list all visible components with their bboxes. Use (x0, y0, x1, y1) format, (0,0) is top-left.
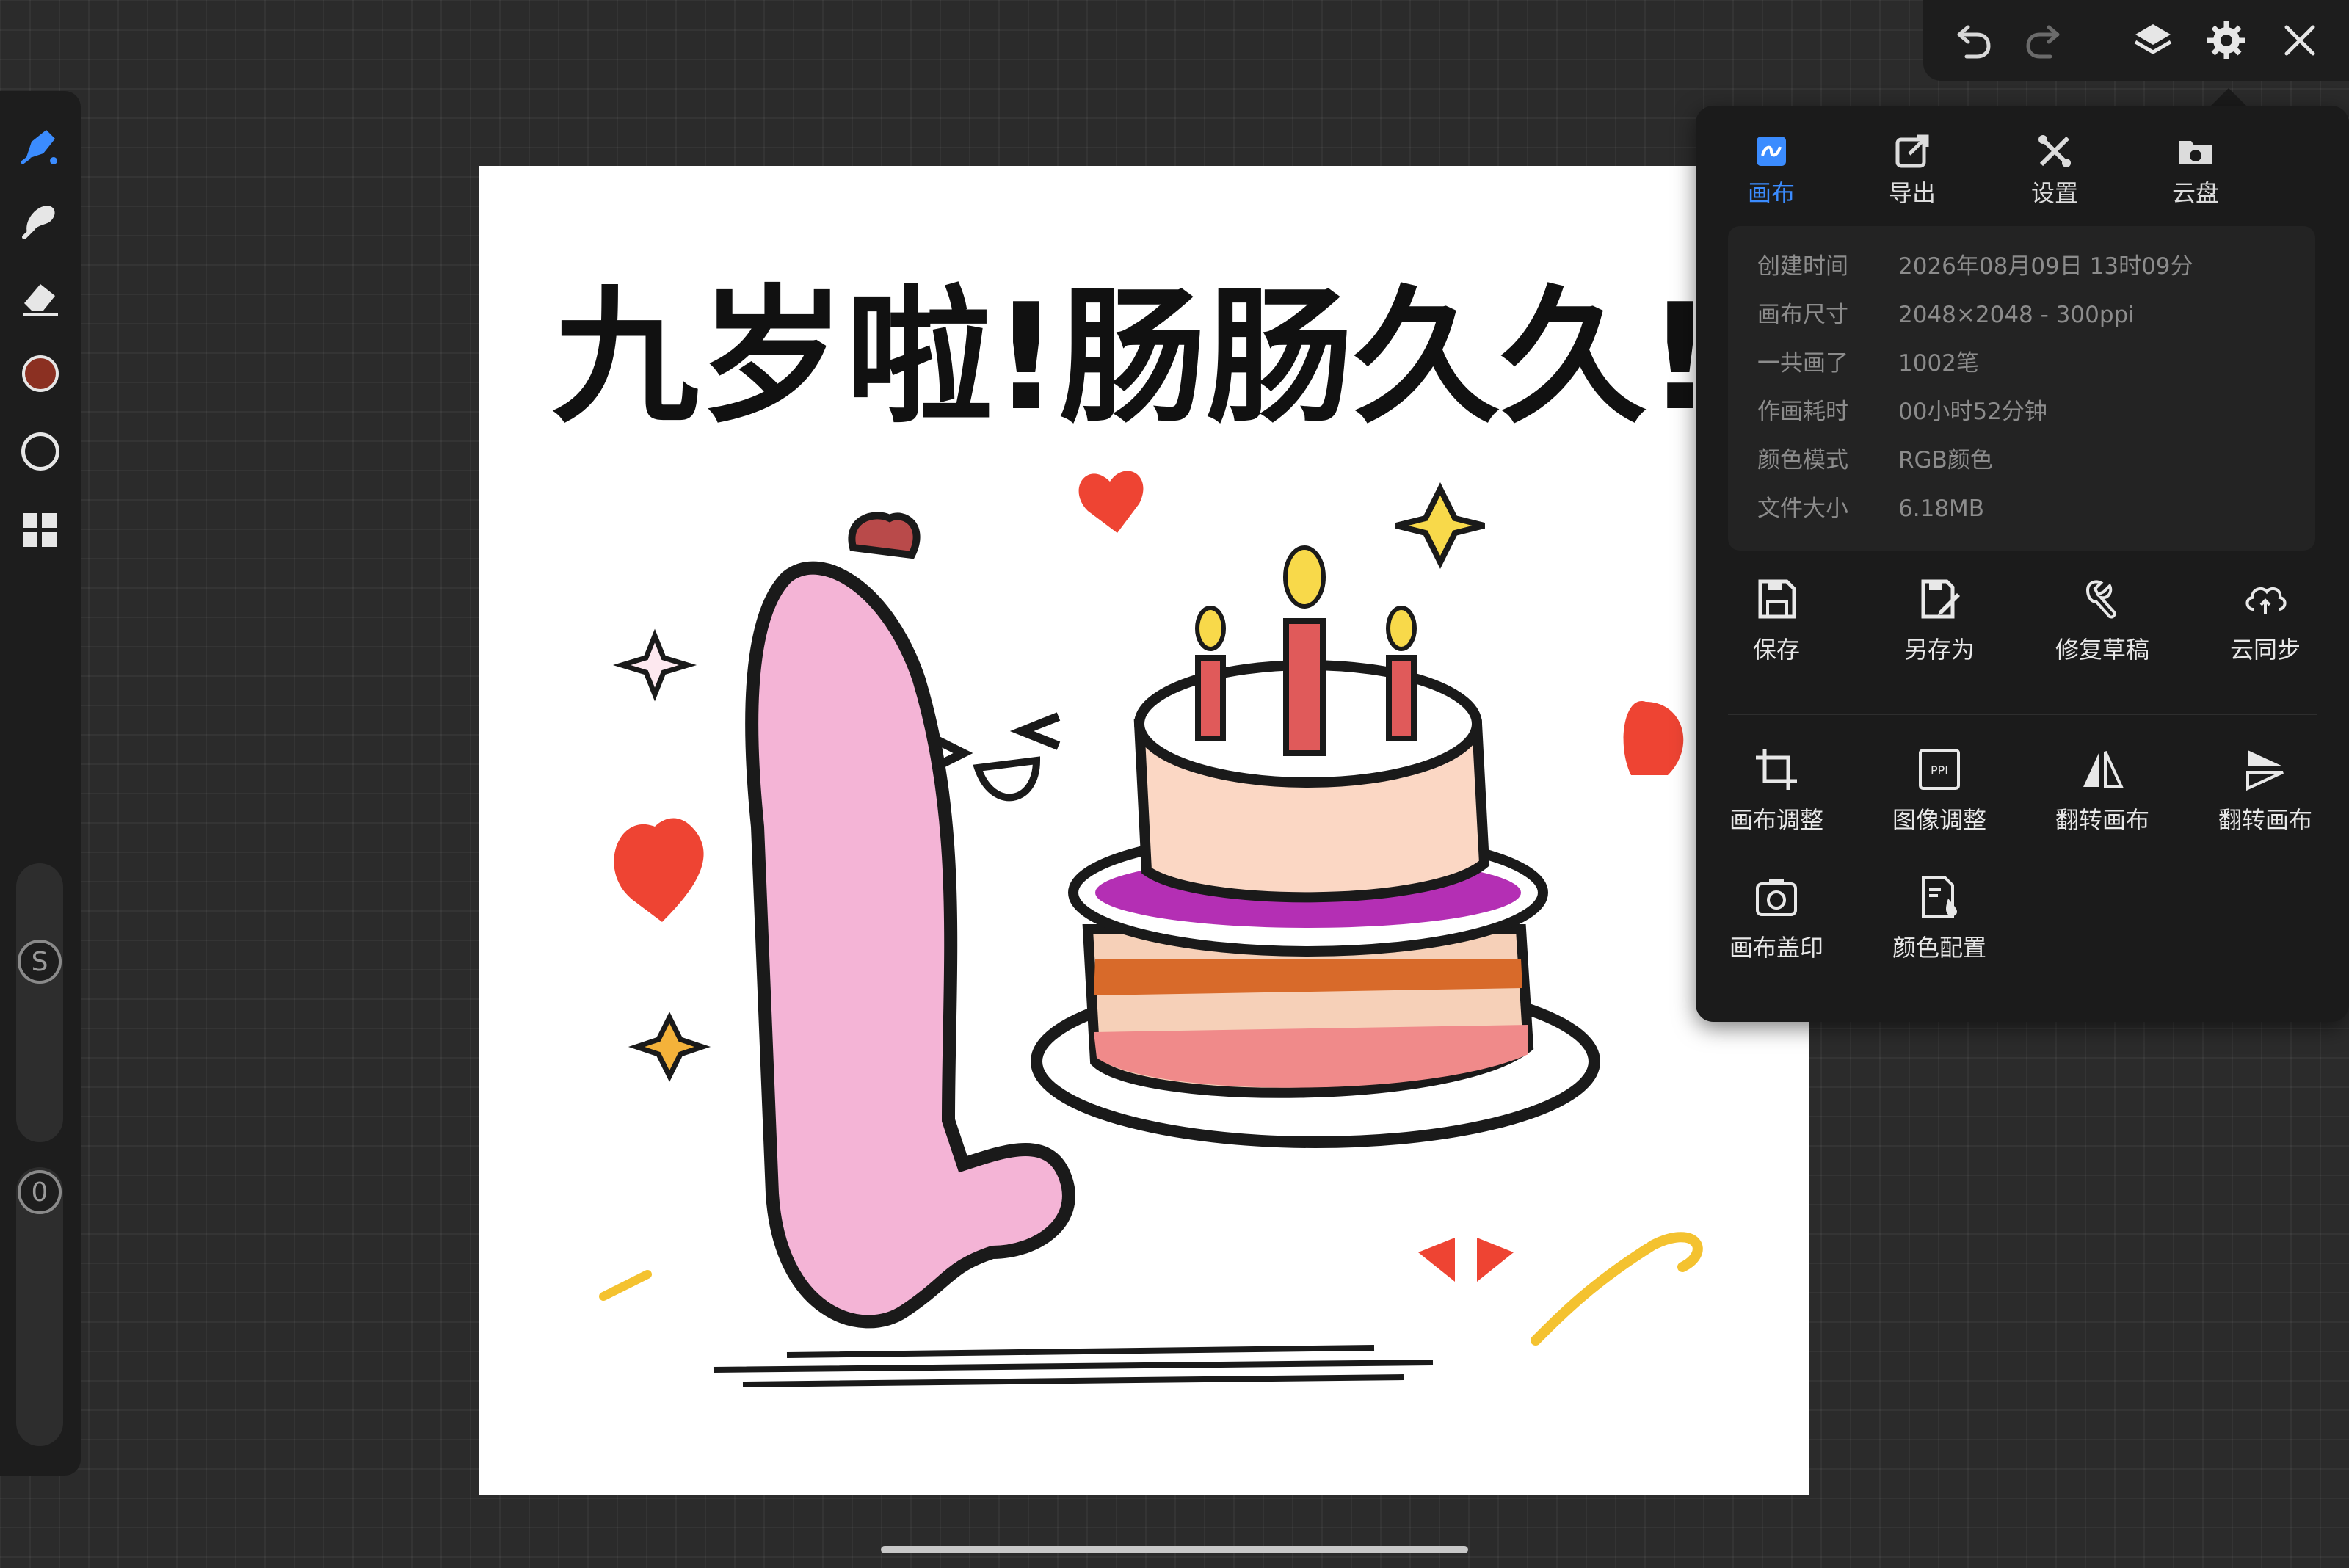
info-value: 2026年08月09日 13时09分 (1898, 253, 2193, 280)
action-label: 修复草稿 (2055, 636, 2149, 664)
action-label: 保存 (1752, 636, 1800, 664)
panel-pointer (2210, 88, 2248, 107)
tab-label: 云盘 (2171, 179, 2219, 207)
info-key: 作画耗时 (1757, 399, 1848, 425)
smudge-icon[interactable] (15, 194, 66, 245)
actions-divider (1728, 714, 2317, 715)
artwork-caption: 九岁啦!肠肠久久! (552, 272, 1713, 443)
save-as-button[interactable]: 另存为 (1866, 576, 2013, 693)
tab-label: 设置 (2030, 179, 2078, 207)
info-value: 2048×2048 - 300ppi (1898, 302, 2135, 328)
info-value: RGB颜色 (1898, 447, 1993, 473)
settings-button[interactable] (2202, 16, 2251, 65)
close-icon (2284, 25, 2315, 56)
canvas-settings-panel: 画布 导出 设置 云盘 创建时间 2026年08月09日 13时09分 画布尺寸… (1696, 106, 2349, 1022)
tab-settings[interactable]: 设置 (2000, 120, 2110, 216)
color-profile-icon (1922, 876, 1957, 918)
color-profile-button[interactable]: 颜色配置 (1866, 874, 2013, 991)
tab-cloud-drive[interactable]: 云盘 (2141, 120, 2251, 216)
gear-icon (2207, 21, 2245, 59)
tab-label: 导出 (1888, 179, 1936, 207)
selection-circle[interactable] (15, 426, 66, 477)
eraser-icon[interactable] (15, 272, 66, 323)
ppi-icon: PPI (1919, 749, 1960, 790)
flip-vertical-icon (2246, 750, 2284, 791)
tab-label: 画布 (1747, 179, 1795, 207)
action-label: 画布调整 (1729, 806, 1823, 834)
current-color (22, 355, 59, 392)
size-slider[interactable] (16, 863, 63, 1142)
repair-icon (2085, 580, 2116, 619)
info-key: 文件大小 (1757, 496, 1848, 522)
flip-horizontal-icon (2083, 751, 2124, 788)
action-label: 翻转画布 (2218, 806, 2312, 834)
canvas-adjust-button[interactable]: 画布调整 (1703, 746, 1850, 863)
top-toolbar (1923, 0, 2349, 81)
left-toolbar: S 0 (0, 91, 81, 1476)
circle-icon (21, 432, 59, 471)
cloud-folder-icon (2179, 141, 2212, 164)
undo-icon (1957, 25, 1991, 59)
canvas-stamp-button[interactable]: 画布盖印 (1703, 874, 1850, 991)
size-slider-label: S (31, 946, 48, 977)
brush-icon[interactable] (15, 119, 66, 170)
action-label: 图像调整 (1892, 806, 1986, 834)
save-button[interactable]: 保存 (1703, 576, 1850, 693)
artwork-illustration: 九岁啦!肠肠久久! (552, 272, 1713, 1387)
action-label: 颜色配置 (1892, 934, 1986, 962)
canvas-icon (1757, 137, 1786, 166)
redo-button[interactable] (2022, 16, 2070, 65)
action-label: 画布盖印 (1729, 934, 1823, 962)
repair-draft-button[interactable]: 修复草稿 (2029, 576, 2176, 693)
drawing-canvas[interactable]: 九岁啦!肠肠久久! (479, 166, 1809, 1495)
tab-canvas[interactable]: 画布 (1716, 120, 1826, 216)
tools-icon (2038, 135, 2071, 167)
layers-icon (2134, 24, 2172, 54)
cloud-sync-icon (2245, 587, 2287, 614)
info-value: 1002笔 (1898, 350, 1979, 377)
svg-text:PPI: PPI (1931, 763, 1948, 777)
undo-button[interactable] (1947, 16, 1995, 65)
info-key: 创建时间 (1757, 253, 1848, 280)
home-indicator (881, 1546, 1468, 1553)
close-button[interactable] (2276, 16, 2324, 65)
action-label: 翻转画布 (2055, 806, 2149, 834)
info-key: 一共画了 (1757, 350, 1848, 377)
export-icon (1895, 134, 1929, 168)
panel-tabs: 画布 导出 设置 云盘 (1696, 120, 2349, 216)
color-swatch[interactable] (15, 348, 66, 399)
cloud-sync-button[interactable]: 云同步 (2192, 576, 2339, 693)
tab-export[interactable]: 导出 (1857, 120, 1967, 216)
image-adjust-button[interactable]: PPI 图像调整 (1866, 746, 2013, 863)
save-icon (1758, 579, 1796, 619)
info-key: 画布尺寸 (1757, 302, 1848, 328)
layers-button[interactable] (2129, 16, 2177, 65)
save-as-icon (1921, 579, 1960, 619)
action-label: 另存为 (1903, 636, 1975, 664)
gallery-icon[interactable] (15, 505, 66, 556)
stamp-camera-icon (1756, 879, 1797, 916)
flip-vertical-button[interactable]: 翻转画布 (2192, 746, 2339, 863)
crop-icon (1756, 749, 1797, 790)
action-label: 云同步 (2229, 636, 2301, 664)
flip-horizontal-button[interactable]: 翻转画布 (2029, 746, 2176, 863)
redo-icon (2026, 25, 2060, 59)
info-value: 6.18MB (1898, 496, 1985, 522)
opacity-slider-knob[interactable]: 0 (18, 1170, 62, 1214)
info-key: 颜色模式 (1757, 447, 1848, 473)
size-slider-knob[interactable]: S (18, 940, 62, 984)
canvas-info: 创建时间 2026年08月09日 13时09分 画布尺寸 2048×2048 -… (1728, 226, 2315, 551)
info-value: 00小时52分钟 (1898, 399, 2047, 425)
opacity-slider-label: 0 (31, 1177, 48, 1208)
